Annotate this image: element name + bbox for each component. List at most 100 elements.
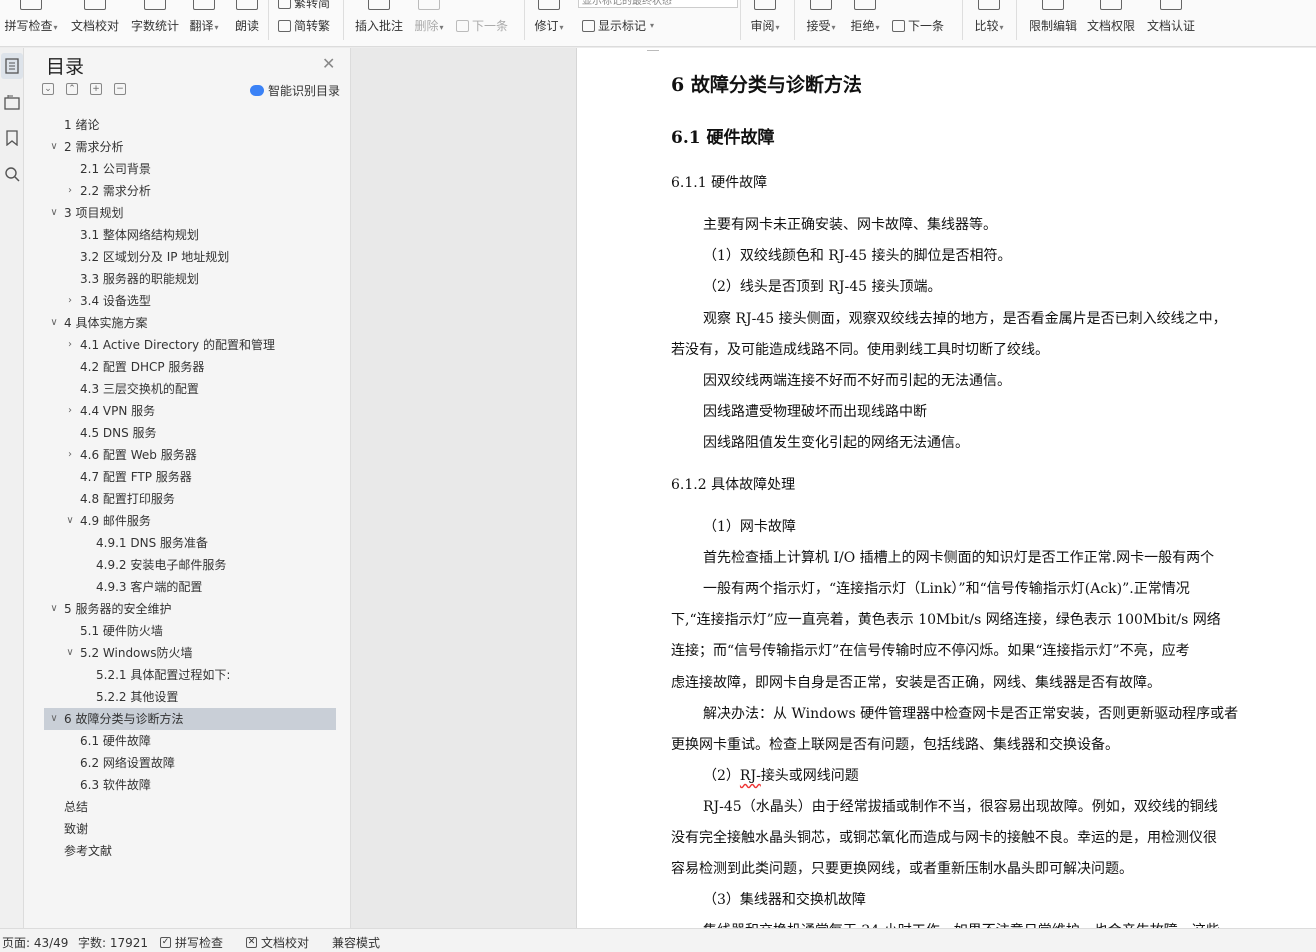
translate-button[interactable]: 翻译▾ — [186, 0, 222, 46]
toc-panel-button[interactable] — [1, 53, 23, 79]
remove-heading-icon[interactable]: − — [114, 83, 126, 95]
doc-certify-icon — [1160, 0, 1182, 10]
chevron-right-icon[interactable]: › — [64, 290, 76, 312]
chevron-right-icon[interactable]: › — [64, 334, 76, 356]
read-aloud-button[interactable]: 朗读 — [230, 0, 264, 46]
next-change-button[interactable]: 下一条 — [892, 17, 944, 34]
paragraph: 观察 RJ-45 接头侧面，观察双绞线去掉的地方，是否看金属片是否已刺入绞线之中… — [703, 311, 1227, 327]
paragraph: RJ-45（水晶头）由于经常拔插或制作不当，很容易出现故障。例如，双绞线的铜线 — [703, 799, 1218, 815]
toc-item[interactable]: › 4.1 Active Directory 的配置和管理 — [44, 334, 336, 356]
word-count[interactable]: 字数: 17921 — [78, 934, 148, 951]
page-indicator[interactable]: 页面: 43/49 — [2, 934, 68, 951]
toc-item-label: 5.1 硬件防火墙 — [80, 624, 163, 638]
trad-to-simp-button[interactable]: 繁转简 — [278, 0, 330, 11]
toc-item[interactable]: ∨ 5.2 Windows防火墙 — [44, 642, 336, 664]
track-changes-button[interactable]: 修订▾ — [530, 0, 568, 46]
bookmark-panel-button[interactable] — [1, 125, 23, 151]
word-count-button[interactable]: 字数统计 — [128, 0, 182, 46]
chevron-down-icon[interactable]: ∨ — [48, 202, 60, 224]
markup-mode-select[interactable]: 显示标记的最终状态 — [578, 0, 738, 8]
toc-item-label: 6.3 软件故障 — [80, 778, 151, 792]
structure-panel-button[interactable] — [1, 89, 23, 115]
collapse-all-icon[interactable]: ⌃ — [66, 83, 78, 95]
ribbon-separator — [343, 0, 344, 40]
toc-item[interactable]: 6.2 网络设置故障 — [44, 752, 336, 774]
chevron-right-icon[interactable]: › — [64, 180, 76, 202]
spellcheck-toggle[interactable]: ✓ 拼写检查 — [160, 934, 223, 951]
paragraph: 主要有网卡未正确安装、网卡故障、集线器等。 — [703, 217, 997, 233]
toc-item[interactable]: 2.1 公司背景 — [44, 158, 336, 180]
toc-item[interactable]: 6.3 软件故障 — [44, 774, 336, 796]
toc-item[interactable]: 4.5 DNS 服务 — [44, 422, 336, 444]
toc-item[interactable]: › 4.4 VPN 服务 — [44, 400, 336, 422]
document-page[interactable]: 6 故障分类与诊断方法 6.1 硬件故障 6.1.1 硬件故障 主要有网卡未正确… — [576, 48, 1316, 928]
toc-item[interactable]: ∨ 5 服务器的安全维护 — [44, 598, 336, 620]
review-button[interactable]: 审阅▾ — [746, 0, 784, 46]
chevron-right-icon[interactable]: › — [64, 400, 76, 422]
chevron-down-icon[interactable]: ∨ — [48, 708, 60, 730]
proofread-button[interactable]: 文档校对 — [68, 0, 122, 46]
toc-item[interactable]: 4.9.1 DNS 服务准备 — [44, 532, 336, 554]
toc-item[interactable]: 总结 — [44, 796, 336, 818]
toc-item[interactable]: ∨ 6 故障分类与诊断方法 — [44, 708, 336, 730]
add-heading-icon[interactable]: + — [90, 83, 102, 95]
toc-item-label: 参考文献 — [64, 844, 113, 858]
toc-item-label: 6.1 硬件故障 — [80, 734, 151, 748]
chevron-right-icon[interactable]: › — [64, 444, 76, 466]
spellcheck-button[interactable]: 拼写检查▾ — [2, 0, 60, 46]
toc-item[interactable]: ∨ 4.9 邮件服务 — [44, 510, 336, 532]
paragraph: 虑连接故障，即网卡自身是否正常，安装是否正确，网线、集线器是否有故障。 — [671, 675, 1161, 691]
toc-item[interactable]: 4.7 配置 FTP 服务器 — [44, 466, 336, 488]
toc-item[interactable]: 4.3 三层交换机的配置 — [44, 378, 336, 400]
toc-item[interactable]: 5.1 硬件防火墙 — [44, 620, 336, 642]
chevron-down-icon[interactable]: ∨ — [64, 510, 76, 532]
insert-comment-button[interactable]: 插入批注 — [352, 0, 406, 46]
proofread-toggle[interactable]: ✕ 文档校对 — [246, 934, 309, 951]
simp-to-trad-button[interactable]: 简转繁 — [278, 17, 330, 34]
toc-item[interactable]: 4.9.2 安装电子邮件服务 — [44, 554, 336, 576]
toc-item[interactable]: 4.8 配置打印服务 — [44, 488, 336, 510]
toc-item[interactable]: 致谢 — [44, 818, 336, 840]
toc-item[interactable]: 1 绪论 — [44, 114, 336, 136]
toc-item[interactable]: 5.2.1 具体配置过程如下: — [44, 664, 336, 686]
structure-icon — [4, 95, 20, 110]
doc-permission-button[interactable]: 文档权限 — [1084, 0, 1138, 46]
paragraph: 集线器和交换机通常每天 24 小时工作，如果不注意日常维护，也会产生故障，这些 — [703, 920, 1316, 928]
toc-item[interactable]: 6.1 硬件故障 — [44, 730, 336, 752]
search-panel-button[interactable] — [1, 161, 23, 187]
toc-item[interactable]: ∨ 3 项目规划 — [44, 202, 336, 224]
next-icon — [456, 19, 469, 32]
compare-button[interactable]: 比较▾ — [970, 0, 1008, 46]
paragraph: 首先检查插上计算机 I/O 插槽上的网卡侧面的知识灯是否工作正常.网卡一般有两个 — [703, 550, 1215, 566]
toc-item[interactable]: 4.2 配置 DHCP 服务器 — [44, 356, 336, 378]
chevron-down-icon[interactable]: ∨ — [48, 598, 60, 620]
chevron-down-icon[interactable]: ∨ — [48, 136, 60, 158]
toc-item[interactable]: 5.2.2 其他设置 — [44, 686, 336, 708]
reject-button[interactable]: 拒绝▾ — [846, 0, 884, 46]
toc-item[interactable]: ∨ 4 具体实施方案 — [44, 312, 336, 334]
toc-item[interactable]: › 3.4 设备选型 — [44, 290, 336, 312]
accept-button[interactable]: 接受▾ — [802, 0, 840, 46]
toc-item-label: 2 需求分析 — [64, 140, 124, 154]
toc-item[interactable]: 参考文献 — [44, 840, 336, 862]
toc-item-label: 3.2 区域划分及 IP 地址规划 — [80, 250, 230, 264]
toc-item[interactable]: 4.9.3 客户端的配置 — [44, 576, 336, 598]
chevron-down-icon[interactable]: ∨ — [64, 642, 76, 664]
next-comment-button[interactable]: 下一条 — [456, 17, 508, 34]
spelling-error[interactable]: RJ- — [740, 768, 761, 784]
show-markup-button[interactable]: 显示标记 ▾ — [582, 17, 654, 34]
chevron-down-icon[interactable]: ∨ — [48, 312, 60, 334]
toc-item[interactable]: 3.3 服务器的职能规划 — [44, 268, 336, 290]
expand-all-icon[interactable]: ⌄ — [42, 83, 54, 95]
toc-item[interactable]: › 2.2 需求分析 — [44, 180, 336, 202]
toc-item[interactable]: 3.1 整体网络结构规划 — [44, 224, 336, 246]
restrict-edit-button[interactable]: 限制编辑 — [1026, 0, 1080, 46]
toc-item[interactable]: 3.2 区域划分及 IP 地址规划 — [44, 246, 336, 268]
delete-comment-button[interactable]: 删除▾ — [410, 0, 448, 46]
close-icon[interactable]: ✕ — [322, 54, 335, 73]
toc-item[interactable]: › 4.6 配置 Web 服务器 — [44, 444, 336, 466]
translate-icon — [193, 0, 215, 10]
smart-toc-button[interactable]: 智能识别目录 — [250, 82, 340, 99]
doc-certify-button[interactable]: 文档认证 — [1144, 0, 1198, 46]
toc-item[interactable]: ∨ 2 需求分析 — [44, 136, 336, 158]
